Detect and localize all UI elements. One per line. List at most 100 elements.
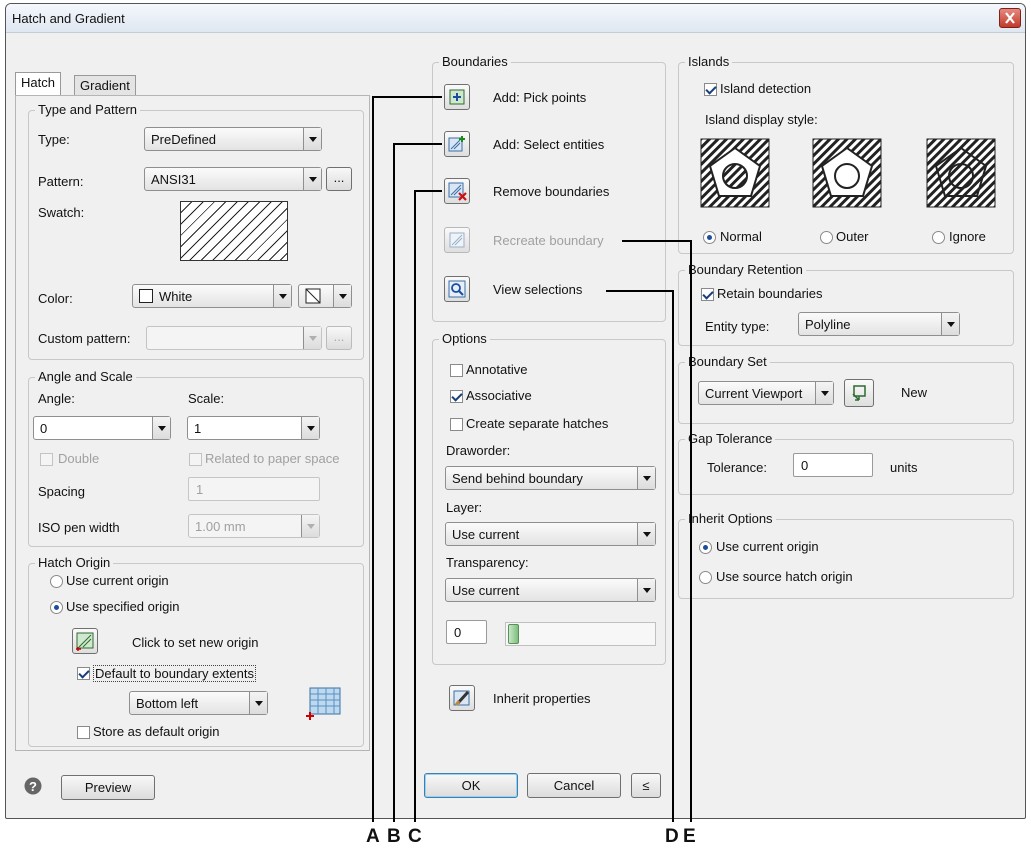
hatch-origin-legend: Hatch Origin [35, 555, 114, 570]
double-checkbox[interactable] [40, 453, 53, 466]
inherit-use-current-radio[interactable] [699, 541, 712, 554]
tolerance-field[interactable]: 0 [793, 453, 873, 477]
callout-label-c: C [408, 826, 422, 847]
island-normal-label: Normal [720, 229, 762, 244]
use-specified-origin-label: Use specified origin [66, 599, 180, 614]
transparency-slider[interactable] [505, 622, 656, 646]
recreate-boundary-icon [449, 232, 465, 248]
chevron-down-icon [815, 382, 833, 404]
remove-boundaries-button[interactable] [444, 178, 470, 204]
ok-button[interactable]: OK [424, 773, 518, 798]
draworder-select[interactable]: Send behind boundary [445, 466, 656, 490]
chevron-down-icon [333, 285, 351, 307]
type-label: Type: [38, 132, 70, 147]
separate-hatches-label: Create separate hatches [466, 416, 609, 431]
origin-position-icon [306, 687, 341, 720]
chevron-down-icon [303, 128, 321, 150]
inherit-properties-button[interactable] [449, 685, 475, 711]
callout-b-horizontal [393, 143, 442, 145]
collapse-button[interactable]: ≤ [631, 773, 661, 798]
origin-position-select[interactable]: Bottom left [129, 691, 268, 715]
custom-pattern-label: Custom pattern: [38, 331, 131, 346]
help-icon[interactable]: ? [24, 777, 42, 795]
transparency-select[interactable]: Use current [445, 578, 656, 602]
angle-value: 0 [40, 421, 48, 436]
custom-pattern-browse-button[interactable]: ... [326, 326, 352, 350]
annotative-checkbox[interactable] [450, 364, 463, 377]
pattern-browse-button[interactable]: ... [326, 167, 352, 191]
type-select[interactable]: PreDefined [144, 127, 322, 151]
layer-select[interactable]: Use current [445, 522, 656, 546]
cancel-button[interactable]: Cancel [527, 773, 621, 798]
double-label: Double [58, 451, 100, 466]
store-default-origin-checkbox[interactable] [77, 726, 90, 739]
related-paper-space-checkbox[interactable] [189, 453, 202, 466]
pattern-select[interactable]: ANSI31 [144, 167, 322, 191]
new-label: New [901, 385, 928, 400]
inherit-use-source-radio[interactable] [699, 571, 712, 584]
related-paper-space-label: Related to paper space [205, 451, 340, 466]
custom-pattern-select[interactable] [146, 326, 322, 350]
island-normal-icon [700, 138, 770, 208]
island-normal-radio[interactable] [703, 231, 716, 244]
separate-hatches-checkbox[interactable] [450, 418, 463, 431]
recreate-boundary-button[interactable] [444, 227, 470, 253]
scale-select[interactable]: 1 [187, 416, 320, 440]
transparency-label: Transparency: [446, 555, 529, 570]
island-ignore-radio[interactable] [932, 231, 945, 244]
store-default-origin-label: Store as default origin [93, 724, 220, 739]
retain-boundaries-checkbox[interactable] [701, 288, 714, 301]
transparency-amount-field[interactable]: 0 [446, 620, 487, 644]
use-current-origin-radio[interactable] [50, 575, 63, 588]
angle-select[interactable]: 0 [33, 416, 171, 440]
island-detection-checkbox[interactable] [704, 83, 717, 96]
iso-pen-width-label: ISO pen width [38, 520, 120, 535]
color-square-icon [139, 289, 153, 303]
retain-boundaries-label: Retain boundaries [717, 286, 823, 301]
chevron-down-icon [303, 168, 321, 190]
type-pattern-legend: Type and Pattern [35, 102, 141, 117]
entity-type-select[interactable]: Polyline [798, 312, 960, 336]
iso-pen-width-select[interactable]: 1.00 mm [188, 514, 320, 538]
add-pick-points-button[interactable] [444, 84, 470, 110]
inherit-options-legend: Inherit Options [685, 511, 776, 526]
callout-d-vertical [672, 290, 674, 822]
draworder-label: Draworder: [446, 443, 511, 458]
recreate-boundary-label: Recreate boundary [493, 233, 604, 248]
color-select[interactable]: White [132, 284, 292, 308]
origin-position-value: Bottom left [136, 696, 199, 711]
callout-c-vertical [414, 190, 416, 822]
add-select-entities-button[interactable] [444, 131, 470, 157]
use-specified-origin-radio[interactable] [50, 601, 63, 614]
view-selections-button[interactable] [444, 276, 470, 302]
angle-label: Angle: [38, 391, 75, 406]
callout-a-vertical [372, 96, 374, 822]
set-origin-button[interactable] [72, 628, 98, 654]
island-ignore-icon [926, 138, 996, 208]
click-set-origin-label: Click to set new origin [132, 635, 259, 650]
boundaries-legend: Boundaries [439, 54, 511, 69]
boundary-set-select[interactable]: Current Viewport [698, 381, 834, 405]
callout-label-b: B [387, 826, 401, 847]
close-button[interactable] [999, 8, 1021, 28]
preview-button[interactable]: Preview [61, 775, 155, 800]
tolerance-units-label: units [890, 460, 918, 475]
callout-label-e: E [683, 826, 696, 847]
options-legend: Options [439, 331, 490, 346]
background-color-select[interactable] [298, 284, 352, 308]
default-boundary-extents-checkbox[interactable] [77, 667, 90, 680]
spacing-field[interactable]: 1 [188, 477, 320, 501]
new-boundary-set-button[interactable] [844, 379, 874, 407]
slider-handle[interactable] [508, 624, 519, 644]
inherit-brush-icon [453, 690, 470, 706]
pattern-swatch[interactable] [180, 201, 288, 261]
tab-hatch[interactable]: Hatch [15, 72, 61, 96]
tab-gradient[interactable]: Gradient [74, 75, 136, 96]
no-fill-icon [305, 288, 321, 304]
associative-label: Associative [466, 388, 532, 403]
chevron-down-icon [637, 579, 655, 601]
add-pick-points-label: Add: Pick points [493, 90, 587, 105]
associative-checkbox[interactable] [450, 390, 463, 403]
island-outer-icon [812, 138, 882, 208]
island-outer-radio[interactable] [820, 231, 833, 244]
